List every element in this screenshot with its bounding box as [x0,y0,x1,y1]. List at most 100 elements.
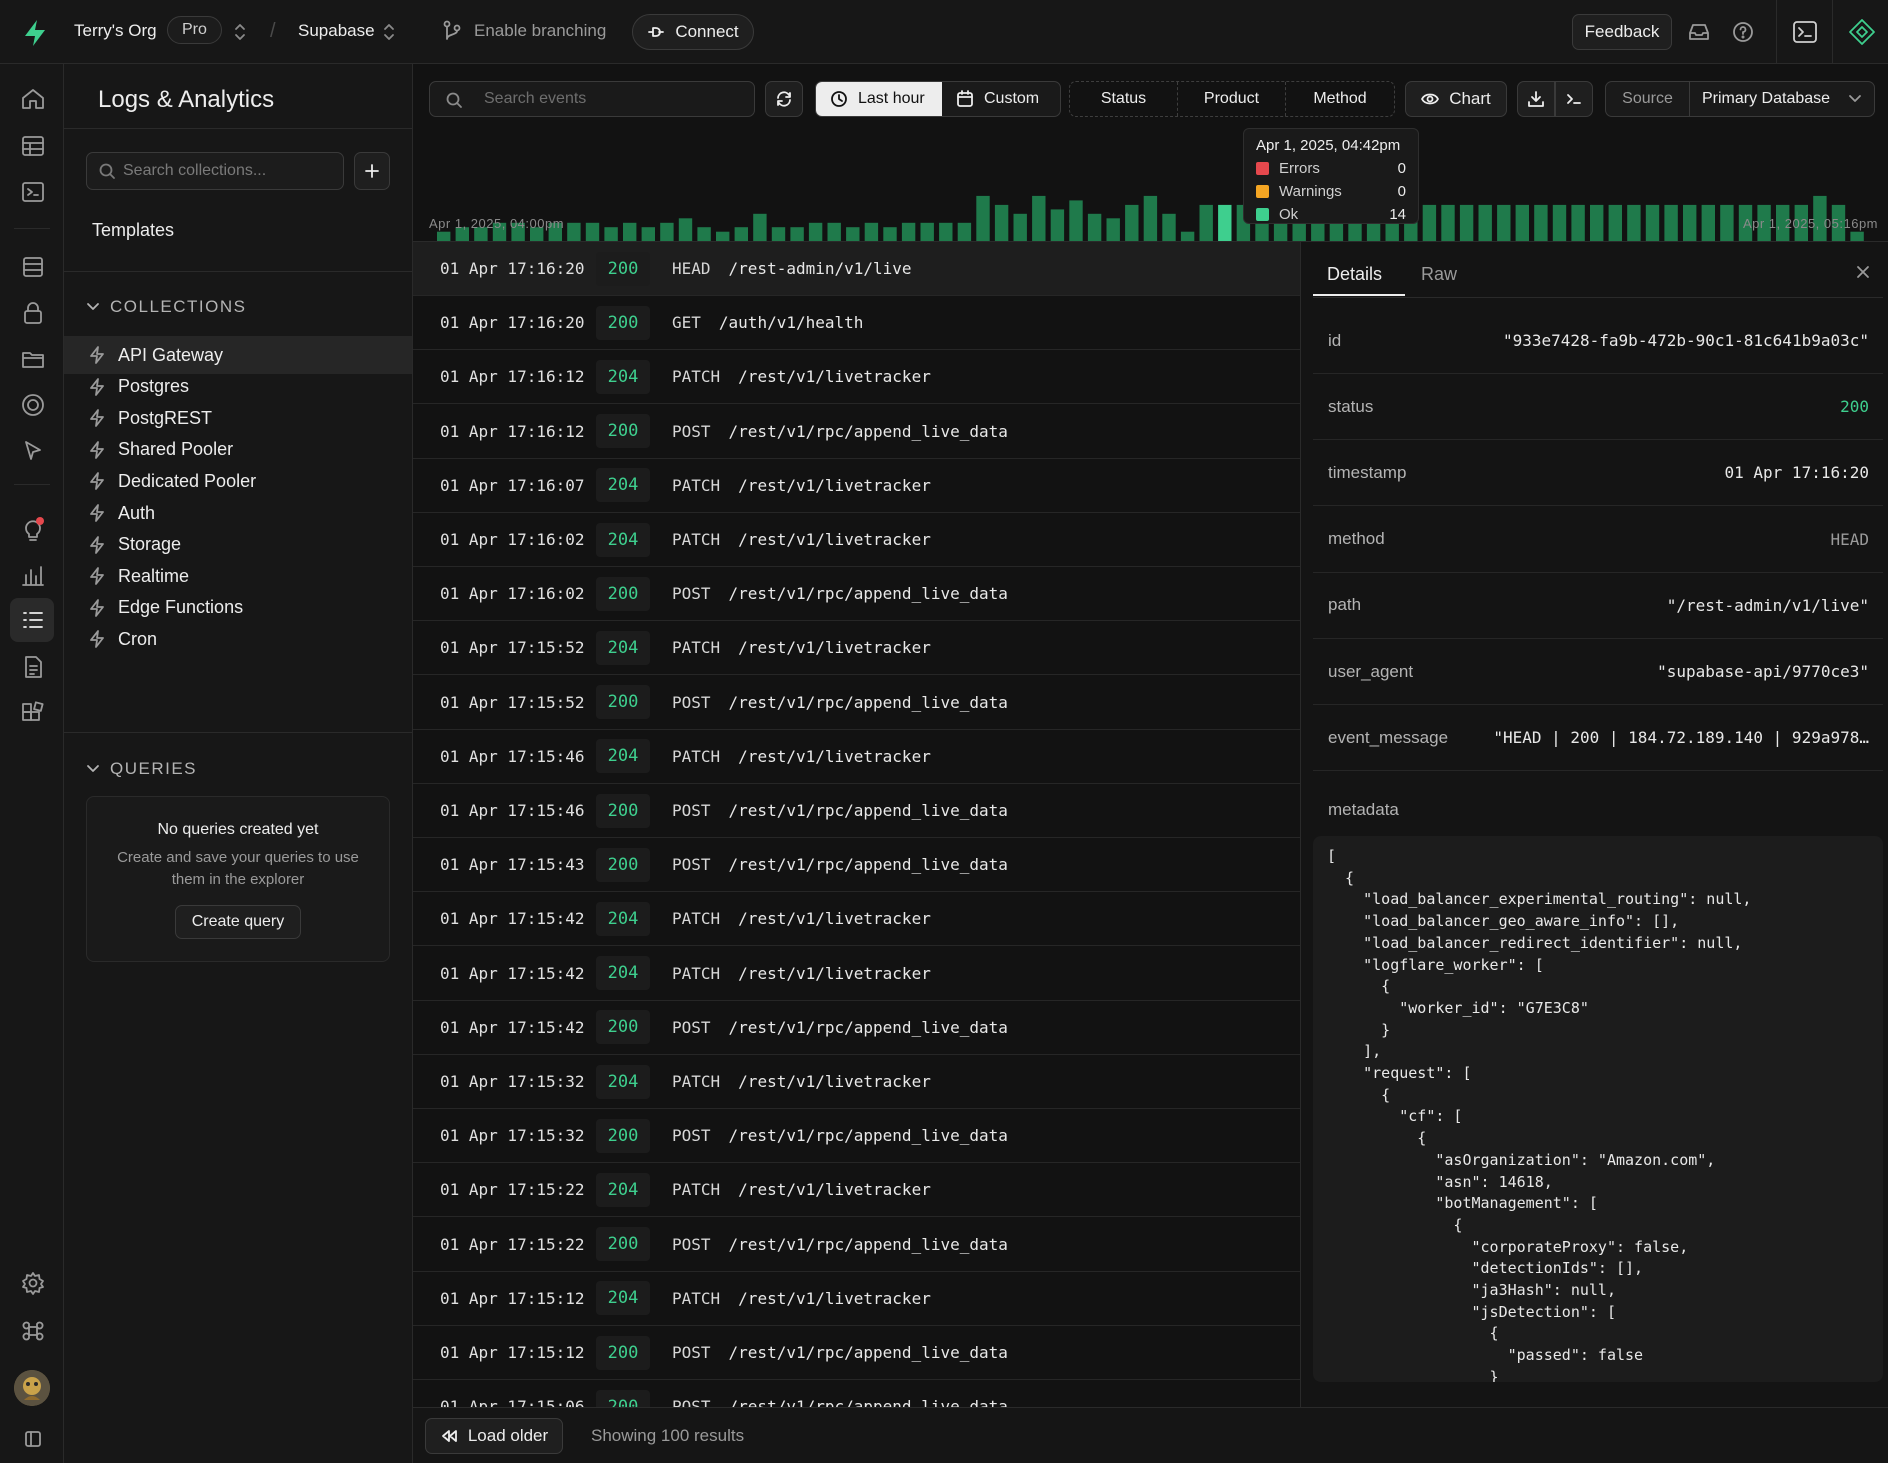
status-badge: 204 [596,956,650,991]
detail-row-event-message[interactable]: event_message "HEAD | 200 | 184.72.189.14… [1313,705,1883,772]
rewind-icon [441,1429,457,1442]
supabase-logo-icon[interactable] [20,18,50,48]
queries-label: QUERIES [110,759,198,778]
detail-row-timestamp[interactable]: timestamp 01 Apr 17:16:20 [1313,440,1883,507]
download-button[interactable] [1517,81,1555,117]
status-filter-button[interactable]: Status [1070,82,1178,116]
log-timestamp: 01 Apr 17:15:52 [440,638,585,658]
source-selector[interactable]: Source Primary Database [1605,81,1875,117]
table-row[interactable]: 01 Apr 17:16:02 200 POST/rest/v1/rpc/appen… [413,567,1300,622]
status-badge: 204 [596,901,650,936]
table-row[interactable]: 01 Apr 17:15:22 200 POST/rest/v1/rpc/appen… [413,1218,1300,1272]
sql-terminal-icon[interactable] [1792,19,1818,45]
log-timestamp: 01 Apr 17:15:06 [440,1397,585,1407]
storage-folder-icon[interactable] [20,346,46,372]
table-row[interactable]: 01 Apr 17:15:43 200 POST/rest/v1/rpc/appen… [413,838,1300,893]
log-path: /rest/v1/livetracker [738,909,931,929]
collapse-sidebar-icon[interactable] [24,1430,42,1448]
collections-section-header[interactable]: COLLECTIONS [86,297,246,317]
metadata-json-viewer[interactable]: [ { "load_balancer_experimental_routing"… [1313,836,1883,1382]
table-row[interactable]: 01 Apr 17:16:12 204 PATCH/rest/v1/livetrac… [413,350,1300,405]
table-row[interactable]: 01 Apr 17:15:46 204 PATCH/rest/v1/livetrac… [413,730,1300,784]
help-icon[interactable] [1732,21,1754,43]
custom-range-button[interactable]: Custom [942,82,1053,116]
metadata-label: metadata [1328,800,1399,819]
tab-raw[interactable]: Raw [1421,264,1457,285]
table-row[interactable]: 01 Apr 17:15:22 204 PATCH/rest/v1/livetrac… [413,1163,1300,1218]
org-switcher-chevrons-icon[interactable] [233,22,247,42]
table-row[interactable]: 01 Apr 17:16:02 204 PATCH/rest/v1/livetrac… [413,513,1300,567]
table-row[interactable]: 01 Apr 17:16:20 200 GET/auth/v1/health [413,296,1300,351]
project-name[interactable]: Supabase [298,21,375,41]
table-row[interactable]: 01 Apr 17:16:12 200 POST/rest/v1/rpc/appen… [413,405,1300,459]
log-method: GET [672,313,701,333]
table-row[interactable]: 01 Apr 17:15:52 200 POST/rest/v1/rpc/appen… [413,676,1300,730]
add-collection-button[interactable] [354,152,390,190]
connect-button[interactable]: Connect [632,14,754,50]
close-icon[interactable] [1855,264,1871,280]
sidebar-item-cron[interactable]: Cron [64,620,412,658]
table-row[interactable]: 01 Apr 17:16:20 200 HEAD/rest-admin/v1/liv… [413,242,1300,296]
chart-toggle-button[interactable]: Chart [1405,81,1507,117]
table-row[interactable]: 01 Apr 17:16:07 204 PATCH/rest/v1/livetrac… [413,459,1300,513]
table-row[interactable]: 01 Apr 17:15:12 204 PATCH/rest/v1/livetrac… [413,1272,1300,1326]
status-badge: 200 [596,1118,650,1153]
log-timestamp: 01 Apr 17:15:46 [440,746,585,766]
log-timestamp: 01 Apr 17:15:52 [440,692,585,712]
load-older-button[interactable]: Load older [425,1417,563,1454]
detail-row-path[interactable]: path "/rest-admin/v1/live" [1313,573,1883,639]
method-filter-button[interactable]: Method [1286,82,1394,116]
table-row[interactable]: 01 Apr 17:15:42 204 PATCH/rest/v1/livetrac… [413,892,1300,947]
assistant-diamond-icon[interactable] [1848,18,1876,46]
sql-editor-icon[interactable] [20,179,46,205]
home-icon[interactable] [20,86,46,112]
detail-row-user-agent[interactable]: user_agent "supabase-api/9770ce3" [1313,639,1883,705]
table-editor-icon[interactable] [20,133,46,159]
table-row[interactable]: 01 Apr 17:15:42 204 PATCH/rest/v1/livetrac… [413,947,1300,1001]
table-row[interactable]: 01 Apr 17:15:42 200 POST/rest/v1/rpc/appen… [413,1001,1300,1055]
detail-key: method [1328,529,1385,549]
detail-row-id[interactable]: id "933e7428-fa9b-472b-90c1-81c641b9a03c" [1313,308,1883,374]
project-switcher-chevrons-icon[interactable] [382,22,396,42]
edge-functions-icon[interactable] [20,392,46,418]
log-method: PATCH [672,1180,721,1200]
create-query-button[interactable]: Create query [175,905,301,939]
last-hour-button[interactable]: Last hour [816,82,942,116]
table-row[interactable]: 01 Apr 17:15:06 200 POST/rest/v1/rpc/appen… [413,1380,1300,1407]
topbar-divider [1832,0,1833,64]
open-in-sql-button[interactable] [1555,81,1593,117]
org-name[interactable]: Terry's Org [74,21,157,41]
table-row[interactable]: 01 Apr 17:15:32 204 PATCH/rest/v1/livetrac… [413,1055,1300,1109]
inbox-icon[interactable] [1688,22,1710,42]
reports-chart-icon[interactable] [20,562,46,588]
status-badge: 204 [596,1172,650,1207]
search-collections-input[interactable]: Search collections... [86,152,344,190]
settings-gear-icon[interactable] [20,1270,46,1296]
templates-link[interactable]: Templates [92,220,174,241]
table-row[interactable]: 01 Apr 17:15:52 204 PATCH/rest/v1/livetrac… [413,621,1300,676]
product-filter-button[interactable]: Product [1178,82,1286,116]
tab-details[interactable]: Details [1327,264,1382,285]
queries-section-header[interactable]: QUERIES [86,759,197,779]
integrations-icon[interactable] [20,700,46,726]
realtime-cursor-icon[interactable] [20,438,46,464]
detail-row-method[interactable]: method HEAD [1313,507,1883,573]
auth-lock-icon[interactable] [20,300,46,326]
log-timestamp: 01 Apr 17:15:43 [440,855,585,875]
table-row[interactable]: 01 Apr 17:15:12 200 POST/rest/v1/rpc/appen… [413,1326,1300,1380]
user-avatar[interactable] [14,1370,50,1406]
chart-x-start-label: Apr 1, 2025, 04:00pm [429,216,565,231]
database-icon[interactable] [20,254,46,280]
refresh-button[interactable] [765,81,803,117]
search-events-input[interactable]: Search events [429,81,755,117]
table-row[interactable]: 01 Apr 17:15:32 200 POST/rest/v1/rpc/appen… [413,1109,1300,1164]
logs-list-icon[interactable] [20,607,46,633]
detail-row-status[interactable]: status 200 [1313,374,1883,441]
table-row[interactable]: 01 Apr 17:15:46 200 POST/rest/v1/rpc/appen… [413,784,1300,838]
feedback-button[interactable]: Feedback [1572,14,1672,50]
log-details-panel: Details Raw id "933e7428-fa9b-472b-90c1-8… [1300,241,1888,1407]
api-docs-icon[interactable] [20,654,46,680]
advisors-lightbulb-icon[interactable] [20,516,46,542]
command-menu-icon[interactable] [20,1318,46,1344]
enable-branching-button[interactable]: Enable branching [442,20,606,42]
